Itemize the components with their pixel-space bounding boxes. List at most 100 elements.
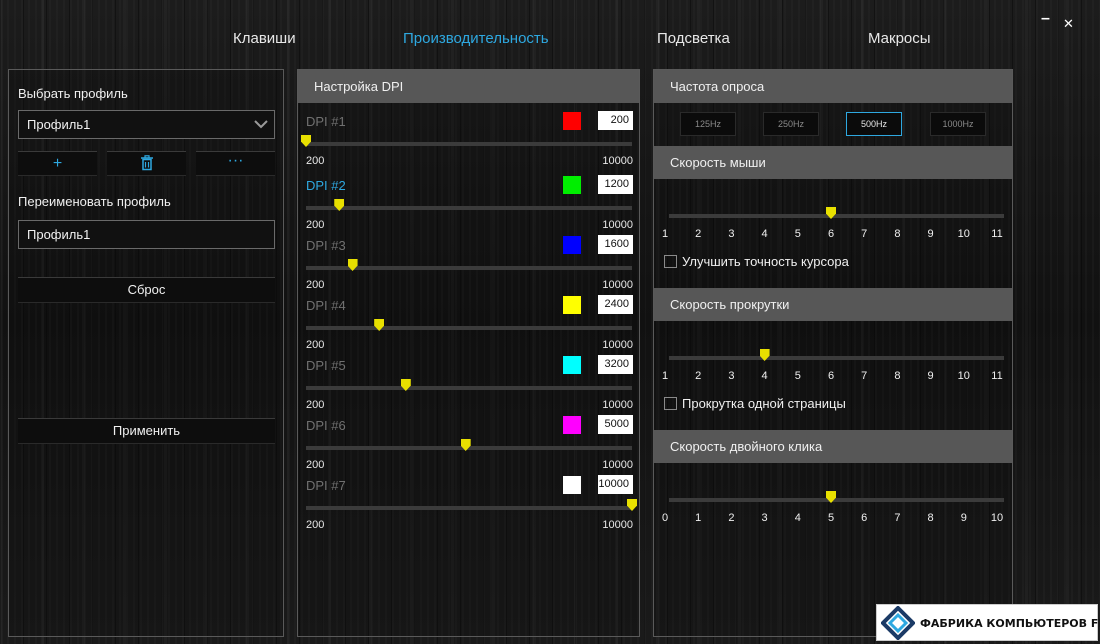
dpi-slider-thumb[interactable]	[374, 319, 385, 331]
reset-button[interactable]: Сброс	[18, 277, 275, 303]
dpi-value-field[interactable]: 1200	[598, 175, 633, 194]
dpi-max-label: 10000	[602, 399, 633, 411]
mouse-speed-header: Скорость мыши	[654, 146, 1012, 179]
plus-icon: +	[52, 155, 63, 172]
dpi-slider-track[interactable]	[306, 439, 632, 451]
scroll-speed-header: Скорость прокрутки	[654, 288, 1012, 321]
scale-tick-label: 7	[861, 228, 868, 240]
select-profile-label: Выбрать профиль	[18, 86, 128, 101]
scale-tick-label: 1	[661, 370, 669, 382]
dpi-color-swatch[interactable]	[563, 112, 581, 130]
scale-tick-label: 8	[927, 512, 934, 524]
polling-rate-500-button[interactable]: 500Hz	[846, 112, 902, 136]
dpi-value-field[interactable]: 10000	[598, 475, 633, 494]
dpi-slider-thumb[interactable]	[460, 439, 471, 451]
double-click-slider-thumb[interactable]	[826, 491, 836, 503]
scroll-speed-slider[interactable]	[669, 349, 1004, 361]
profile-select-value: Профиль1	[27, 117, 91, 132]
polling-rate-1000-button[interactable]: 1000Hz	[930, 112, 986, 136]
add-profile-button[interactable]: +	[18, 151, 97, 176]
dpi-level-name[interactable]: DPI #5	[306, 358, 346, 373]
dpi-level-name[interactable]: DPI #2	[306, 178, 346, 193]
dpi-level-name[interactable]: DPI #3	[306, 238, 346, 253]
tab-keys[interactable]: Клавиши	[233, 30, 296, 47]
dpi-slider-track[interactable]	[306, 199, 632, 211]
more-options-button[interactable]: ···	[196, 151, 275, 176]
dpi-slider-thumb[interactable]	[627, 499, 637, 511]
apply-button[interactable]: Применить	[18, 418, 275, 444]
dpi-value-field[interactable]: 3200	[598, 355, 633, 374]
mouse-speed-slider-thumb[interactable]	[826, 207, 836, 219]
dpi-slider-thumb[interactable]	[301, 135, 311, 147]
dpi-color-swatch[interactable]	[563, 176, 581, 194]
mouse-speed-slider[interactable]	[669, 207, 1004, 219]
dpi-level-name[interactable]: DPI #4	[306, 298, 346, 313]
scale-tick-label: 4	[761, 370, 768, 382]
dpi-max-label: 10000	[602, 155, 633, 167]
scale-tick-label: 10	[957, 228, 970, 240]
single-page-scroll-label: Прокрутка одной страницы	[682, 396, 846, 411]
dpi-level-name[interactable]: DPI #7	[306, 478, 346, 493]
dpi-value-field[interactable]: 2400	[598, 295, 633, 314]
profile-panel: Выбрать профиль Профиль1 + ··· Переимено…	[8, 69, 284, 637]
tab-lighting[interactable]: Подсветка	[657, 30, 730, 47]
dpi-min-label: 200	[306, 279, 325, 291]
dpi-slider-track[interactable]	[301, 135, 632, 147]
dpi-slider-track[interactable]	[306, 499, 637, 511]
scroll-speed-slider-thumb[interactable]	[759, 349, 770, 361]
dpi-color-swatch[interactable]	[563, 476, 581, 494]
scale-tick-label: 4	[794, 512, 801, 524]
minimize-button[interactable]: –	[1041, 10, 1050, 28]
checkbox-icon	[664, 397, 677, 410]
scale-tick-label: 0	[661, 512, 669, 524]
scale-tick-label: 11	[991, 228, 1003, 240]
dpi-slider-track[interactable]	[306, 259, 632, 271]
profile-select[interactable]: Профиль1	[18, 110, 275, 139]
tab-macros[interactable]: Макросы	[868, 30, 931, 47]
dpi-panel-header: Настройка DPI	[298, 70, 639, 103]
scale-tick-label: 10	[990, 512, 1004, 524]
watermark-text: ФАБРИКА КОМПЬЮТЕРОВ FK.BY	[920, 617, 1100, 630]
scale-tick-label: 6	[861, 512, 868, 524]
dpi-color-swatch[interactable]	[563, 296, 581, 314]
watermark-logo: ФАБРИКА КОМПЬЮТЕРОВ FK.BY	[876, 604, 1100, 641]
dpi-color-swatch[interactable]	[563, 356, 581, 374]
dpi-slider-thumb[interactable]	[334, 199, 345, 211]
dpi-value-field[interactable]: 5000	[598, 415, 633, 434]
dpi-row: DPI #5 3200 200 10000	[298, 355, 641, 418]
dpi-slider-track[interactable]	[306, 319, 632, 331]
delete-profile-button[interactable]	[107, 151, 186, 176]
polling-rate-250-button[interactable]: 250Hz	[763, 112, 819, 136]
tab-performance[interactable]: Производительность	[403, 30, 549, 47]
polling-rate-125-button[interactable]: 125Hz	[680, 112, 736, 136]
dpi-row: DPI #4 2400 200 10000	[298, 295, 641, 358]
dpi-level-name[interactable]: DPI #1	[306, 114, 346, 129]
dpi-min-label: 200	[306, 519, 325, 531]
precision-checkbox-label: Улучшить точность курсора	[682, 254, 849, 269]
dpi-row: DPI #7 10000 200 10000	[298, 475, 641, 538]
scale-tick-label: 6	[827, 370, 835, 382]
chevron-down-icon	[254, 120, 268, 129]
dpi-min-label: 200	[306, 339, 325, 351]
precision-checkbox[interactable]: Улучшить точность курсора	[664, 254, 849, 269]
dpi-color-swatch[interactable]	[563, 416, 581, 434]
dpi-min-label: 200	[306, 219, 325, 231]
dpi-max-label: 10000	[602, 459, 633, 471]
ellipsis-icon: ···	[227, 152, 244, 169]
dpi-row: DPI #6 5000 200 10000	[298, 415, 641, 478]
scale-tick-label: 1	[661, 228, 669, 240]
dpi-max-label: 10000	[602, 279, 633, 291]
dpi-level-name[interactable]: DPI #6	[306, 418, 346, 433]
dpi-value-field[interactable]: 200	[598, 111, 633, 130]
dpi-slider-track[interactable]	[306, 379, 632, 391]
dpi-slider-thumb[interactable]	[347, 259, 358, 271]
scale-tick-label: 5	[794, 228, 801, 240]
double-click-slider[interactable]	[669, 491, 1004, 503]
dpi-color-swatch[interactable]	[563, 236, 581, 254]
dpi-value-field[interactable]: 1600	[598, 235, 633, 254]
scale-tick-label: 10	[957, 370, 970, 382]
profile-name-input[interactable]	[18, 220, 275, 249]
close-button[interactable]: ✕	[1063, 16, 1074, 32]
single-page-scroll-checkbox[interactable]: Прокрутка одной страницы	[664, 396, 846, 411]
dpi-slider-thumb[interactable]	[400, 379, 411, 391]
